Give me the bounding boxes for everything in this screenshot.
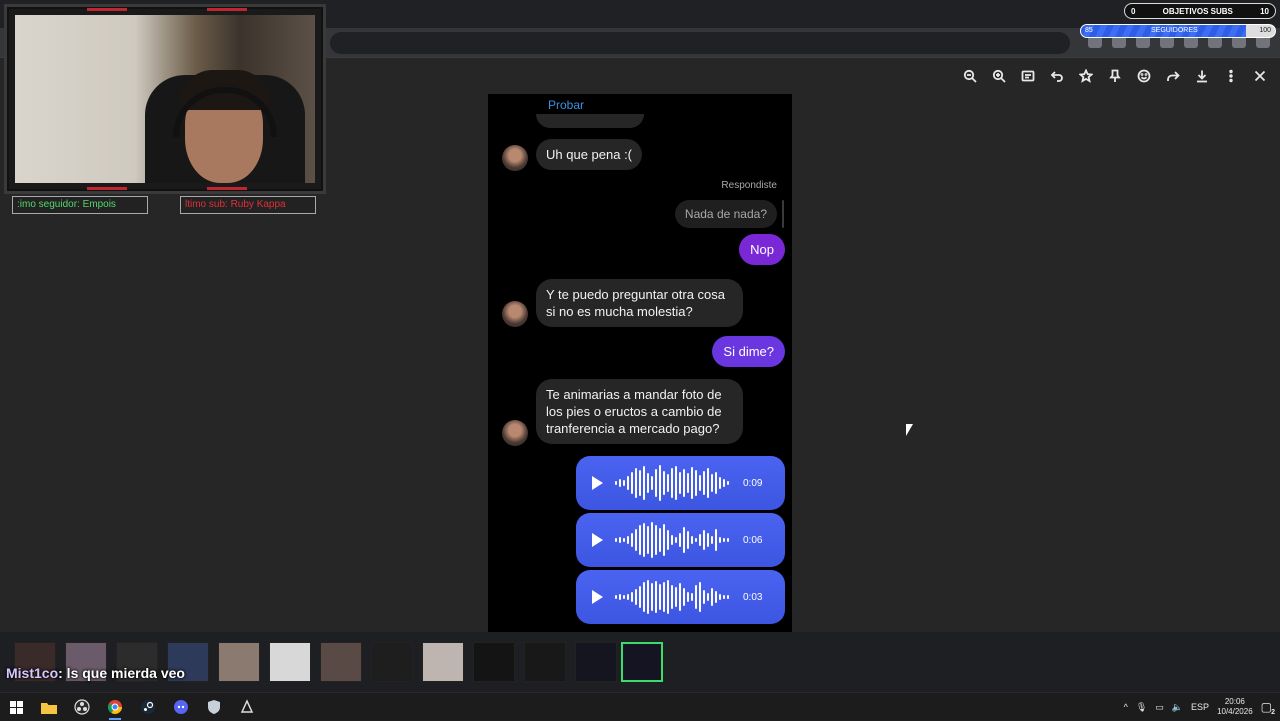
voice-duration: 0:03	[743, 591, 763, 603]
mouse-cursor-icon	[906, 424, 913, 436]
play-icon[interactable]	[592, 590, 603, 604]
waveform	[615, 520, 733, 560]
stream-chat-message: Mist1co: ls que mierda veo	[6, 665, 185, 681]
clock-date: 10/4/2026	[1217, 707, 1253, 716]
incoming-message: Y te puedo preguntar otra cosa si no es …	[536, 279, 743, 327]
thumbnail[interactable]	[269, 642, 311, 682]
caption-icon[interactable]	[1017, 66, 1038, 86]
close-icon[interactable]	[1249, 66, 1270, 86]
microphone-icon[interactable]: 🎙	[1136, 702, 1147, 713]
contact-avatar	[502, 420, 528, 446]
undo-icon[interactable]	[1046, 66, 1067, 86]
frame-accent	[207, 187, 247, 190]
waveform	[615, 463, 733, 503]
thumbnail[interactable]	[524, 642, 566, 682]
more-icon[interactable]	[1220, 66, 1241, 86]
frame-accent	[87, 187, 127, 190]
play-icon[interactable]	[592, 476, 603, 490]
share-icon[interactable]	[1162, 66, 1183, 86]
file-explorer-icon[interactable]	[38, 697, 60, 717]
subs-goal-label: OBJETIVOS SUBS	[1162, 6, 1233, 16]
webcam-feed	[15, 15, 315, 183]
chat-screenshot: Probar Uh que pena :( Respondiste Nada d…	[488, 94, 792, 632]
security-icon[interactable]	[203, 697, 225, 717]
obs-icon[interactable]	[71, 697, 93, 717]
viewer-toolbar	[959, 66, 1270, 86]
probar-link[interactable]: Probar	[548, 98, 584, 112]
subs-goal-target: 10	[1260, 6, 1269, 16]
waveform	[615, 577, 733, 617]
voice-duration: 0:06	[743, 534, 763, 546]
system-tray: ^ 🎙 ▭ 🔈 ESP 20:06 10/4/2026 ▢ 2	[1124, 693, 1280, 721]
zoom-out-icon[interactable]	[959, 66, 980, 86]
incoming-message: Uh que pena :(	[536, 139, 643, 170]
incoming-message: Te animarias a mandar foto de los pies o…	[536, 379, 743, 444]
thumbnail-selected[interactable]	[621, 642, 663, 682]
download-icon[interactable]	[1191, 66, 1212, 86]
emoji-icon[interactable]	[1133, 66, 1154, 86]
cut-off-message-bubble	[536, 114, 644, 128]
chat-username: Mist1co	[6, 665, 59, 681]
quoted-reply: Nada de nada?	[674, 200, 777, 228]
frame-accent	[87, 8, 127, 11]
contact-avatar	[502, 301, 528, 327]
webcam-overlay	[4, 4, 326, 194]
zoom-in-icon[interactable]	[988, 66, 1009, 86]
app-icon[interactable]	[236, 697, 258, 717]
voice-note[interactable]: 0:03	[576, 570, 785, 624]
address-bar[interactable]	[330, 32, 1070, 54]
windows-taskbar: ^ 🎙 ▭ 🔈 ESP 20:06 10/4/2026 ▢ 2	[0, 692, 1280, 720]
voice-duration: 0:09	[743, 477, 763, 489]
contact-avatar	[502, 145, 528, 171]
language-indicator[interactable]: ESP	[1191, 702, 1209, 712]
replied-label: Respondiste	[721, 180, 777, 191]
followers-goal-target: 100	[1259, 27, 1271, 34]
followers-goal-widget: 85 SEGUIDORES 100	[1080, 24, 1276, 38]
followers-goal-label: SEGUIDORES	[1151, 27, 1198, 34]
notification-count: 2	[1271, 709, 1275, 716]
pin-icon[interactable]	[1104, 66, 1125, 86]
quote-indicator-line	[782, 200, 784, 228]
voice-note[interactable]: 0:09	[576, 456, 785, 510]
discord-icon[interactable]	[170, 697, 192, 717]
notification-icon[interactable]: ▢ 2	[1261, 700, 1275, 716]
thumbnail[interactable]	[422, 642, 464, 682]
chat-text: : ls que mierda veo	[58, 665, 185, 681]
steam-icon[interactable]	[137, 697, 159, 717]
chrome-icon[interactable]	[104, 697, 126, 720]
subs-goal-widget: 0 OBJETIVOS SUBS 10	[1124, 3, 1276, 19]
last-subscriber-bar: ltimo sub: Ruby Kappa	[180, 196, 316, 214]
subs-goal-current: 0	[1131, 6, 1136, 16]
star-icon[interactable]	[1075, 66, 1096, 86]
outgoing-message: Nop	[739, 234, 785, 265]
volume-icon[interactable]: 🔈	[1172, 702, 1183, 713]
followers-goal-current: 85	[1085, 27, 1093, 34]
clock-time: 20:06	[1224, 697, 1245, 706]
thumbnail[interactable]	[371, 642, 413, 682]
thumbnail[interactable]	[218, 642, 260, 682]
play-icon[interactable]	[592, 533, 603, 547]
windows-start-icon[interactable]	[5, 697, 27, 717]
frame-accent	[207, 8, 247, 11]
thumbnail[interactable]	[320, 642, 362, 682]
voice-note[interactable]: 0:06	[576, 513, 785, 567]
chevron-up-icon[interactable]: ^	[1124, 702, 1128, 712]
clock[interactable]: 20:06 10/4/2026	[1217, 697, 1253, 717]
thumbnail[interactable]	[473, 642, 515, 682]
thumbnail[interactable]	[575, 642, 617, 682]
network-icon[interactable]: ▭	[1155, 702, 1164, 713]
last-follower-bar: :imo seguidor: Empois	[12, 196, 148, 214]
outgoing-message: Si dime?	[712, 336, 785, 367]
